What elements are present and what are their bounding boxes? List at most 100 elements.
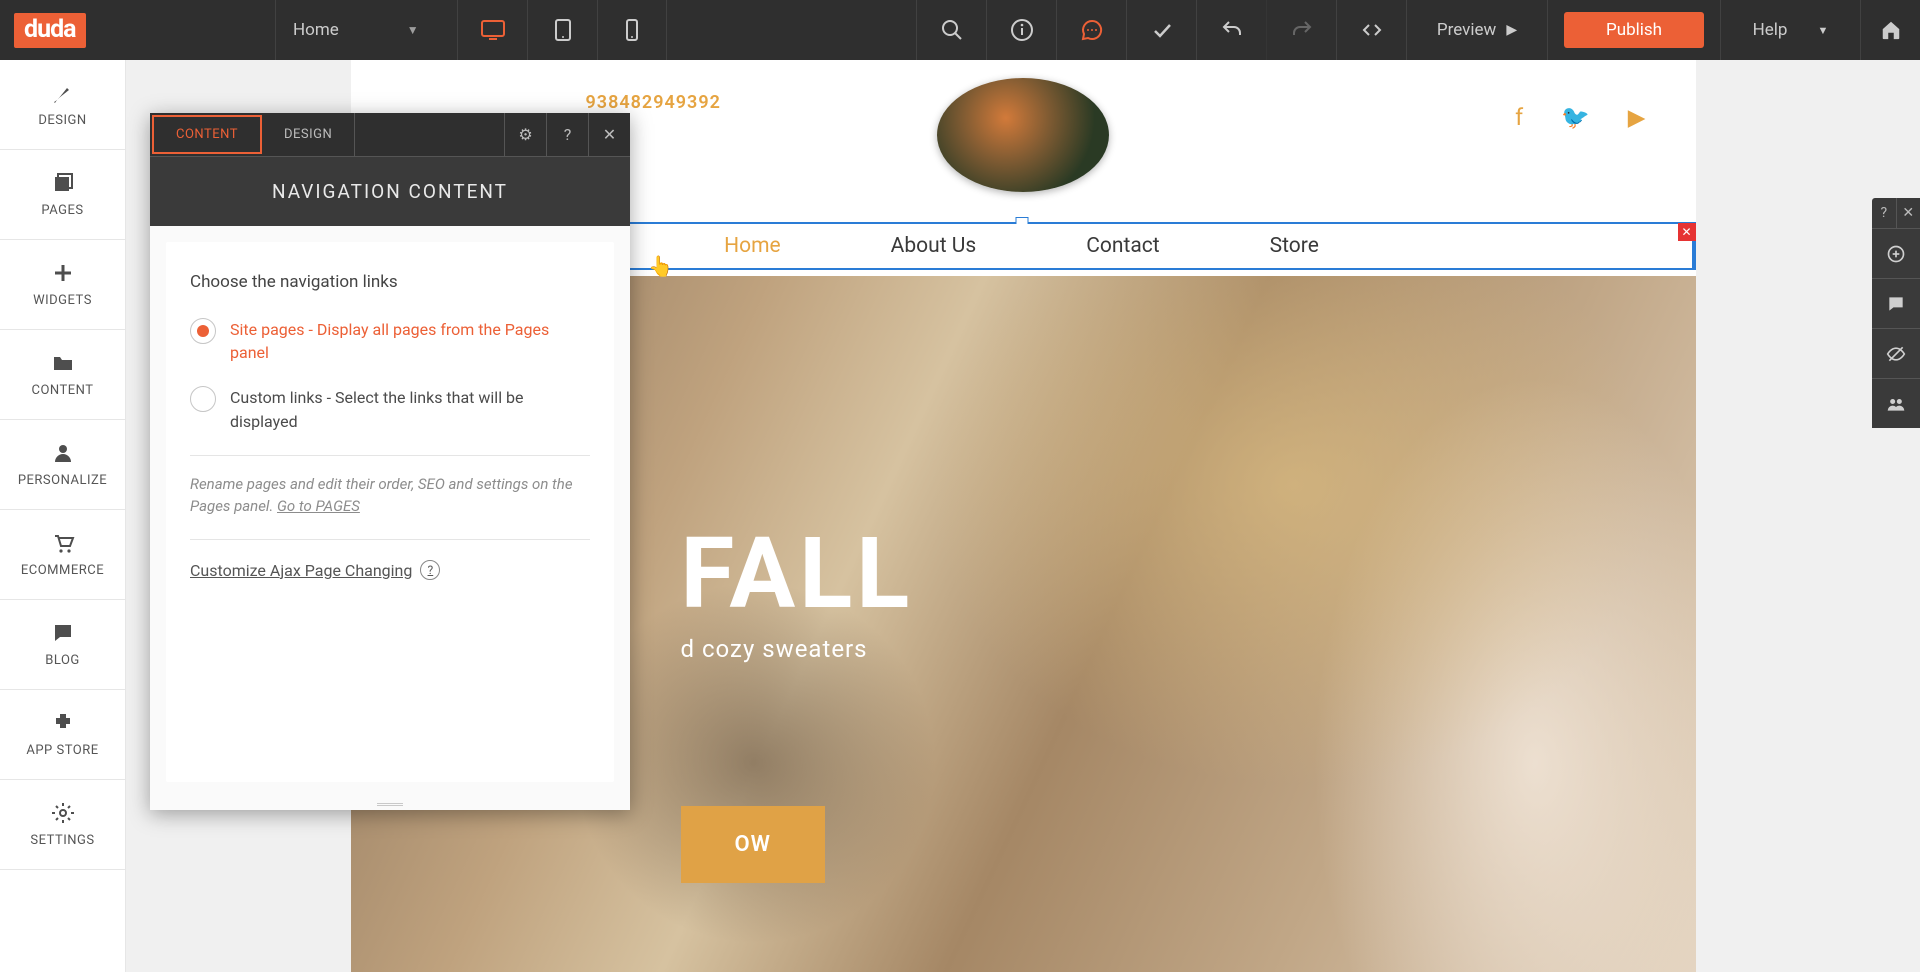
device-tablet[interactable] bbox=[527, 0, 597, 60]
devmode-button[interactable] bbox=[1336, 0, 1406, 60]
left-sidebar: DESIGN PAGES WIDGETS CONTENT PERSONALIZE… bbox=[0, 60, 126, 972]
panel-body: Choose the navigation links Site pages -… bbox=[166, 242, 614, 782]
navigation-content-panel: CONTENT DESIGN ⚙ ? ✕ NAVIGATION CONTENT … bbox=[150, 113, 630, 810]
rail-help-button[interactable]: ? bbox=[1872, 198, 1897, 228]
dashboard-home-button[interactable] bbox=[1860, 0, 1920, 60]
nav-link-contact[interactable]: Contact bbox=[1086, 234, 1159, 258]
search-icon bbox=[940, 18, 964, 42]
preview-button[interactable]: Preview ▶ bbox=[1406, 0, 1547, 60]
brand-logo[interactable]: duda bbox=[0, 0, 275, 60]
sidebar-item-personalize[interactable]: PERSONALIZE bbox=[0, 420, 125, 510]
hint-text: Rename pages and edit their order, SEO a… bbox=[190, 475, 573, 515]
code-icon bbox=[1360, 18, 1384, 42]
selection-delete-button[interactable]: ✕ bbox=[1678, 223, 1696, 241]
sidebar-item-label: WIDGETS bbox=[33, 293, 92, 308]
top-bar: duda Home ▼ Preview ▶ Publish Help ▼ bbox=[0, 0, 1920, 60]
help-menu[interactable]: Help ▼ bbox=[1720, 0, 1860, 60]
gear-icon bbox=[51, 801, 75, 825]
preview-label: Preview bbox=[1437, 20, 1496, 40]
radio-icon bbox=[190, 386, 216, 412]
close-icon: ✕ bbox=[603, 125, 616, 144]
option-label: Custom links - Select the links that wil… bbox=[230, 386, 590, 432]
nav-link-about[interactable]: About Us bbox=[891, 234, 977, 258]
sidebar-item-pages[interactable]: PAGES bbox=[0, 150, 125, 240]
plus-circle-icon bbox=[1886, 244, 1906, 264]
selection-handle-top[interactable] bbox=[1015, 217, 1028, 224]
hero-cta-button[interactable]: OW bbox=[681, 806, 825, 883]
redo-button[interactable] bbox=[1266, 0, 1336, 60]
panel-section-heading: Choose the navigation links bbox=[190, 272, 590, 292]
desktop-icon bbox=[478, 18, 508, 42]
comments-button[interactable] bbox=[1056, 0, 1126, 60]
comment-icon bbox=[1080, 18, 1104, 42]
radio-icon bbox=[190, 318, 216, 344]
person-icon bbox=[51, 441, 75, 465]
info-icon bbox=[1010, 18, 1034, 42]
sidebar-item-label: APP STORE bbox=[26, 743, 98, 758]
search-button[interactable] bbox=[916, 0, 986, 60]
device-mobile[interactable] bbox=[597, 0, 667, 60]
undo-icon bbox=[1220, 18, 1244, 42]
site-logo-image[interactable] bbox=[937, 78, 1109, 192]
mobile-icon bbox=[617, 18, 647, 42]
page-selector[interactable]: Home ▼ bbox=[275, 0, 457, 60]
panel-title: NAVIGATION CONTENT bbox=[150, 156, 630, 226]
nav-link-store[interactable]: Store bbox=[1270, 234, 1319, 258]
panel-resize-grip[interactable] bbox=[150, 798, 630, 810]
ajax-link-text: Customize Ajax Page Changing bbox=[190, 561, 412, 580]
rail-comments-button[interactable] bbox=[1872, 278, 1920, 328]
nav-link-home[interactable]: Home bbox=[724, 234, 781, 258]
site-phone-number: 938482949392 bbox=[586, 92, 721, 113]
device-desktop[interactable] bbox=[457, 0, 527, 60]
sidebar-item-content[interactable]: CONTENT bbox=[0, 330, 125, 420]
sidebar-item-design[interactable]: DESIGN bbox=[0, 60, 125, 150]
panel-settings-button[interactable]: ⚙ bbox=[504, 113, 546, 156]
folder-icon bbox=[51, 351, 75, 375]
rail-close-button[interactable]: ✕ bbox=[1897, 198, 1920, 228]
panel-tab-design[interactable]: DESIGN bbox=[262, 113, 355, 156]
info-button[interactable] bbox=[986, 0, 1056, 60]
sidebar-item-appstore[interactable]: APP STORE bbox=[0, 690, 125, 780]
sidebar-item-label: SETTINGS bbox=[30, 833, 94, 848]
panel-help-button[interactable]: ? bbox=[546, 113, 588, 156]
panel-tab-bar: CONTENT DESIGN ⚙ ? ✕ bbox=[150, 113, 630, 156]
tablet-icon bbox=[548, 18, 578, 42]
publish-button[interactable]: Publish bbox=[1564, 12, 1704, 48]
sidebar-item-widgets[interactable]: WIDGETS bbox=[0, 240, 125, 330]
sidebar-item-ecommerce[interactable]: ECOMMERCE bbox=[0, 510, 125, 600]
hero-subtitle: d cozy sweaters bbox=[681, 635, 914, 663]
rail-visibility-button[interactable] bbox=[1872, 328, 1920, 378]
customize-ajax-link[interactable]: Customize Ajax Page Changing ? bbox=[190, 560, 440, 580]
facebook-icon[interactable]: f bbox=[1515, 104, 1523, 131]
help-label: Help bbox=[1753, 20, 1788, 40]
sidebar-item-label: DESIGN bbox=[38, 113, 86, 128]
done-button[interactable] bbox=[1126, 0, 1196, 60]
sidebar-item-label: PAGES bbox=[41, 203, 83, 218]
redo-icon bbox=[1290, 18, 1314, 42]
gear-icon: ⚙ bbox=[518, 125, 532, 144]
twitter-icon[interactable]: 🐦 bbox=[1561, 104, 1590, 131]
hero-title: FALL bbox=[681, 516, 914, 631]
pages-icon bbox=[51, 171, 75, 195]
option-custom-links[interactable]: Custom links - Select the links that wil… bbox=[190, 386, 590, 432]
go-to-pages-link[interactable]: Go to PAGES bbox=[277, 497, 360, 515]
sidebar-item-blog[interactable]: BLOG bbox=[0, 600, 125, 690]
help-icon[interactable]: ? bbox=[420, 560, 440, 580]
rail-team-button[interactable] bbox=[1872, 378, 1920, 428]
divider bbox=[190, 455, 590, 456]
option-site-pages[interactable]: Site pages - Display all pages from the … bbox=[190, 318, 590, 364]
panel-tab-content[interactable]: CONTENT bbox=[152, 115, 262, 154]
brush-icon bbox=[51, 81, 75, 105]
sidebar-item-label: BLOG bbox=[45, 653, 80, 668]
rail-add-button[interactable] bbox=[1872, 228, 1920, 278]
sidebar-item-settings[interactable]: SETTINGS bbox=[0, 780, 125, 870]
right-rail: ? ✕ bbox=[1872, 198, 1920, 428]
eye-off-icon bbox=[1886, 344, 1906, 364]
youtube-icon[interactable]: ▶ bbox=[1628, 104, 1646, 131]
home-icon bbox=[1880, 19, 1902, 41]
undo-button[interactable] bbox=[1196, 0, 1266, 60]
site-social-links: f 🐦 ▶ bbox=[1515, 104, 1645, 131]
puzzle-icon bbox=[51, 711, 75, 735]
check-icon bbox=[1150, 18, 1174, 42]
panel-close-button[interactable]: ✕ bbox=[588, 113, 630, 156]
